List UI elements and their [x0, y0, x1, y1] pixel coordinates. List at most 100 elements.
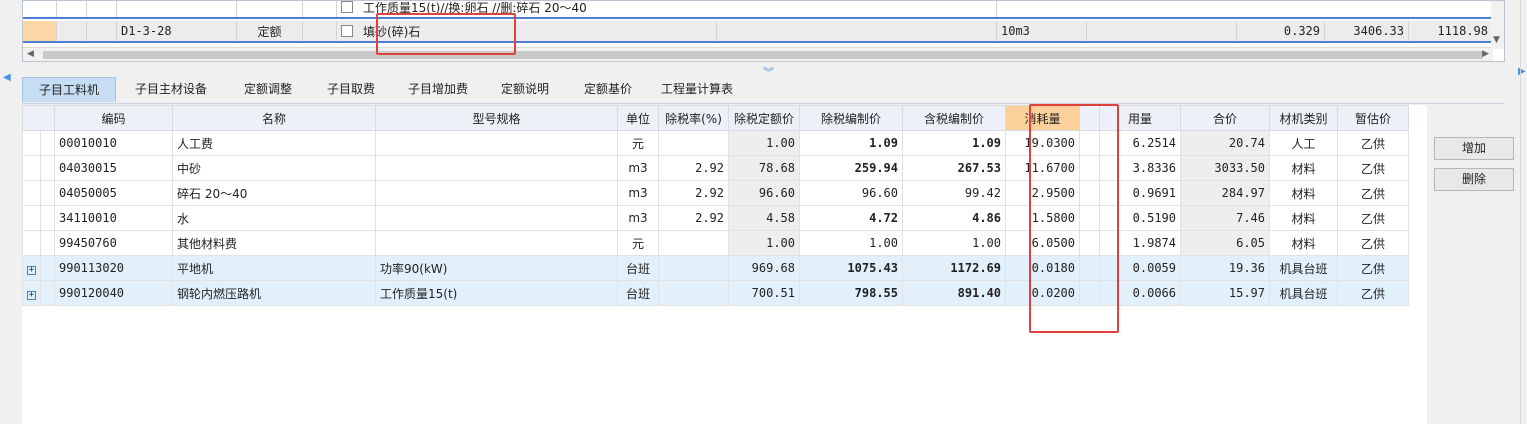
- cell-spec[interactable]: [375, 155, 618, 181]
- cell-inc-tax-price[interactable]: 1.00: [902, 230, 1006, 256]
- header-code[interactable]: 编码: [54, 105, 173, 131]
- scroll-left-icon[interactable]: ◀: [27, 49, 34, 59]
- cell-estimate[interactable]: 乙供: [1337, 155, 1409, 181]
- tab-quantity-calc[interactable]: 工程量计算表: [650, 77, 744, 102]
- cell-estimate[interactable]: 乙供: [1337, 130, 1409, 156]
- row-expand-cell[interactable]: +: [22, 255, 41, 281]
- cell-unit[interactable]: m3: [617, 155, 659, 181]
- cell-inc-tax-price[interactable]: 267.53: [902, 155, 1006, 181]
- cell-estimate[interactable]: 乙供: [1337, 280, 1409, 306]
- cell-ex-tax-price[interactable]: 1.09: [799, 130, 903, 156]
- cell-code[interactable]: 04030015: [54, 155, 173, 181]
- cell-code[interactable]: 34110010: [54, 205, 173, 231]
- cell-category[interactable]: 人工: [1269, 130, 1338, 156]
- cell-category[interactable]: 材料: [1269, 205, 1338, 231]
- cell-inc-tax-price[interactable]: 891.40: [902, 280, 1006, 306]
- header-category[interactable]: 材机类别: [1269, 105, 1338, 131]
- cell-name[interactable]: 水: [172, 205, 376, 231]
- table-row[interactable]: 04050005 碎石 20～40 m3 2.92 96.60 96.60 99…: [22, 180, 1409, 206]
- expand-plus-icon[interactable]: +: [27, 291, 36, 300]
- cell-category[interactable]: 材料: [1269, 230, 1338, 256]
- cell-ex-tax-price[interactable]: 798.55: [799, 280, 903, 306]
- header-ex-tax-price[interactable]: 除税编制价: [799, 105, 903, 131]
- scroll-right-icon[interactable]: ▶: [1482, 49, 1489, 59]
- header-tax-rate[interactable]: 除税率(%): [658, 105, 729, 131]
- table-row[interactable]: + 990113020 平地机 功率90(kW) 台班 969.68 1075.…: [22, 255, 1409, 281]
- cell-code[interactable]: 99450760: [54, 230, 173, 256]
- cell-ex-tax-price[interactable]: 96.60: [799, 180, 903, 206]
- scroll-down-icon[interactable]: ▼: [1493, 35, 1500, 45]
- cell-inc-tax-price[interactable]: 4.86: [902, 205, 1006, 231]
- cell-inc-tax-price[interactable]: 99.42: [902, 180, 1006, 206]
- tab-quota-adjust[interactable]: 定额调整: [226, 77, 310, 102]
- table-row[interactable]: 00010010 人工费 元 1.00 1.09 1.09 19.0300 6.…: [22, 130, 1409, 156]
- delete-button[interactable]: 删除: [1434, 168, 1514, 191]
- header-base-price[interactable]: 除税定额价: [728, 105, 800, 131]
- header-spec[interactable]: 型号规格: [375, 105, 618, 131]
- cell-estimate[interactable]: 乙供: [1337, 180, 1409, 206]
- cell-tax-rate[interactable]: [658, 130, 729, 156]
- tab-quota-description[interactable]: 定额说明: [484, 77, 566, 102]
- row-expand-cell[interactable]: +: [22, 280, 41, 306]
- cell-category[interactable]: 机具台班: [1269, 255, 1338, 281]
- cell-ex-tax-price[interactable]: 259.94: [799, 155, 903, 181]
- add-button[interactable]: 增加: [1434, 137, 1514, 160]
- cell-tax-rate[interactable]: [658, 255, 729, 281]
- resource-detail-grid[interactable]: 编码 名称 型号规格 单位 除税率(%) 除税定额价 除税编制价 含税编制价 消…: [22, 105, 1427, 424]
- cell-spec[interactable]: [375, 205, 618, 231]
- collapse-left-icon[interactable]: ◀: [3, 72, 11, 83]
- cell-tax-rate[interactable]: [658, 230, 729, 256]
- header-unit[interactable]: 单位: [617, 105, 659, 131]
- cell-spec[interactable]: 工作质量15(t): [375, 280, 618, 306]
- cell-name[interactable]: 碎石 20～40: [172, 180, 376, 206]
- header-inc-tax-price[interactable]: 含税编制价: [902, 105, 1006, 131]
- cell-unit[interactable]: 台班: [617, 255, 659, 281]
- tab-quota-base-price[interactable]: 定额基价: [566, 77, 650, 102]
- quota-row-previous[interactable]: 工作质量15(t)//换:卵石 //删:碎石 20～40: [23, 1, 1493, 19]
- cell-name[interactable]: 钢轮内燃压路机: [172, 280, 376, 306]
- cell-unit[interactable]: 元: [617, 130, 659, 156]
- scroll-thumb[interactable]: [43, 51, 1483, 59]
- cell-spec[interactable]: [375, 180, 618, 206]
- horizontal-scrollbar[interactable]: ◀ ▶: [23, 47, 1493, 61]
- header-name[interactable]: 名称: [172, 105, 376, 131]
- tab-work-material-machine[interactable]: 子目工料机: [22, 77, 116, 102]
- cell-tax-rate[interactable]: 2.92: [658, 155, 729, 181]
- tab-main-material-equipment[interactable]: 子目主材设备: [116, 77, 226, 102]
- cell-tax-rate[interactable]: [658, 280, 729, 306]
- cell-tax-rate[interactable]: 2.92: [658, 205, 729, 231]
- table-row[interactable]: 04030015 中砂 m3 2.92 78.68 259.94 267.53 …: [22, 155, 1409, 181]
- quota-list-grid[interactable]: 工作质量15(t)//换:卵石 //删:碎石 20～40 D1-3-28 定额 …: [22, 0, 1505, 62]
- cell-spec[interactable]: [375, 230, 618, 256]
- cell-unit[interactable]: 元: [617, 230, 659, 256]
- cell-inc-tax-price[interactable]: 1172.69: [902, 255, 1006, 281]
- cell-unit[interactable]: 台班: [617, 280, 659, 306]
- cell-category[interactable]: 材料: [1269, 180, 1338, 206]
- cell-ex-tax-price[interactable]: 1.00: [799, 230, 903, 256]
- select-checkbox[interactable]: [341, 25, 353, 37]
- select-checkbox[interactable]: [341, 1, 353, 13]
- cell-spec[interactable]: 功率90(kW): [375, 255, 618, 281]
- cell-estimate[interactable]: 乙供: [1337, 230, 1409, 256]
- cell-code[interactable]: 00010010: [54, 130, 173, 156]
- cell-estimate[interactable]: 乙供: [1337, 205, 1409, 231]
- table-row[interactable]: 34110010 水 m3 2.92 4.58 4.72 4.86 1.5800…: [22, 205, 1409, 231]
- quota-row-selected[interactable]: D1-3-28 定额 填砂(碎)石 10m3 0.329 3406.33 111…: [23, 21, 1493, 43]
- header-estimate[interactable]: 暂估价: [1337, 105, 1409, 131]
- cell-ex-tax-price[interactable]: 1075.43: [799, 255, 903, 281]
- cell-name[interactable]: 平地机: [172, 255, 376, 281]
- cell-spec[interactable]: [375, 130, 618, 156]
- cell-category[interactable]: 材料: [1269, 155, 1338, 181]
- header-total[interactable]: 合价: [1180, 105, 1270, 131]
- cell-name[interactable]: 其他材料费: [172, 230, 376, 256]
- tab-fee[interactable]: 子目取费: [310, 77, 392, 102]
- cell-estimate[interactable]: 乙供: [1337, 255, 1409, 281]
- table-row[interactable]: + 990120040 钢轮内燃压路机 工作质量15(t) 台班 700.51 …: [22, 280, 1409, 306]
- cell-category[interactable]: 机具台班: [1269, 280, 1338, 306]
- cell-code[interactable]: 990113020: [54, 255, 173, 281]
- cell-tax-rate[interactable]: 2.92: [658, 180, 729, 206]
- table-row[interactable]: 99450760 其他材料费 元 1.00 1.00 1.00 6.0500 1…: [22, 230, 1409, 256]
- cell-code[interactable]: 990120040: [54, 280, 173, 306]
- tab-additional-fee[interactable]: 子目增加费: [392, 77, 484, 102]
- vertical-scrollbar[interactable]: ▼: [1491, 1, 1504, 49]
